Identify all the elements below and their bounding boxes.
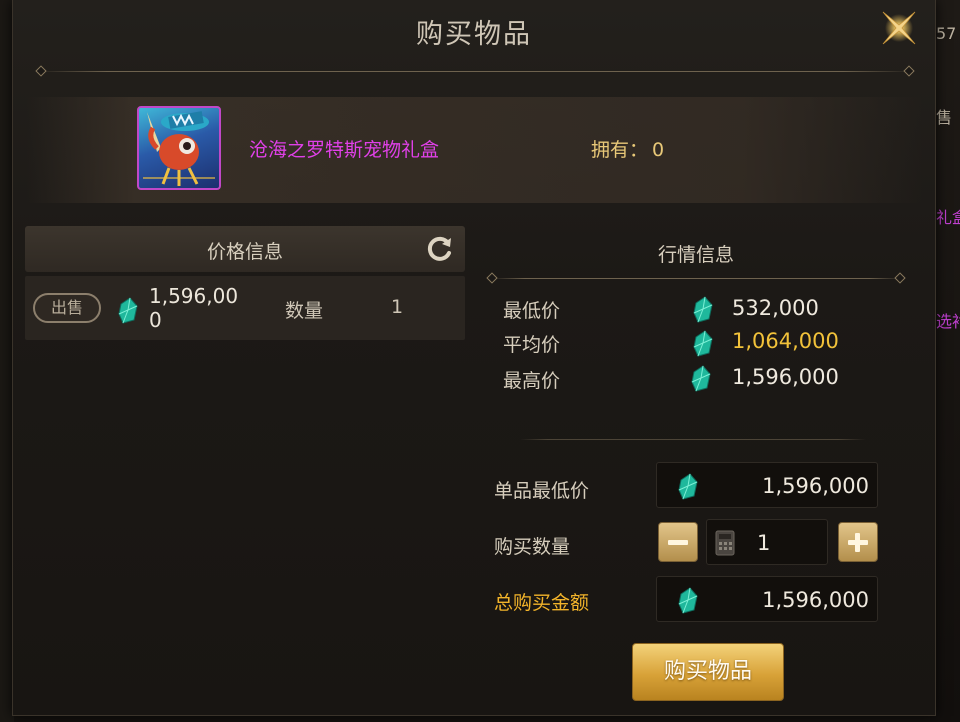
item-name: 沧海之罗特斯宠物礼盒 (249, 139, 440, 161)
gem-icon (678, 587, 698, 614)
market-info-title: 行情信息 (657, 244, 734, 266)
close-button[interactable] (877, 6, 921, 50)
refresh-button[interactable] (425, 234, 455, 264)
min-price-value: 532,000 (732, 296, 819, 320)
background-text: 礼盒 (936, 208, 960, 227)
buy-item-button[interactable]: 购买物品 (632, 643, 784, 701)
total-amount-value: 1,596,000 (762, 588, 869, 612)
gem-icon (678, 473, 698, 500)
listing-price: 1,596,000 (149, 284, 239, 332)
avg-price-label: 平均价 (503, 334, 561, 356)
gem-icon (118, 297, 138, 324)
increase-quantity-button[interactable] (838, 522, 878, 562)
unit-min-price-value: 1,596,000 (762, 474, 869, 498)
background-text: 57 (936, 24, 957, 43)
minus-icon (668, 540, 688, 545)
close-icon (882, 11, 916, 45)
owned-count: 拥有： 0 (591, 135, 664, 162)
item-banner: 沧海之罗特斯宠物礼盒 拥有： 0 (27, 97, 923, 203)
price-info-panel: 价格信息 出售 1,596,000 数量 1 (25, 226, 467, 706)
item-icon[interactable] (137, 106, 221, 190)
price-info-header: 价格信息 (25, 226, 465, 272)
gem-icon (693, 296, 713, 323)
background-text: 选衬 (936, 312, 960, 331)
listing-quantity-value: 1 (391, 296, 404, 318)
pet-gift-box-icon (143, 111, 215, 186)
max-price-label: 最高价 (503, 370, 561, 392)
sell-badge: 出售 (33, 293, 101, 323)
quantity-label: 购买数量 (494, 536, 571, 558)
market-divider (492, 278, 902, 279)
title-divider (37, 71, 913, 72)
background-text: 售 (936, 108, 953, 127)
dialog-title: 购买物品 (416, 19, 532, 50)
form-divider (520, 439, 866, 440)
owned-value: 0 (652, 139, 665, 161)
decrease-quantity-button[interactable] (658, 522, 698, 562)
gem-icon (693, 330, 713, 357)
total-amount-label: 总购买金额 (494, 592, 590, 614)
quantity-input[interactable]: 1 (706, 519, 828, 565)
min-price-label: 最低价 (503, 300, 561, 322)
listing-row[interactable]: 出售 1,596,000 数量 1 (25, 276, 465, 340)
divider-ornament (903, 65, 915, 77)
quantity-value: 1 (757, 531, 771, 555)
calculator-icon (715, 530, 735, 556)
refresh-icon (427, 236, 451, 261)
listing-quantity-label: 数量 (285, 300, 324, 322)
divider-ornament (35, 65, 47, 77)
price-info-title: 价格信息 (206, 241, 283, 263)
gem-icon (691, 365, 711, 392)
unit-min-price-field: 1,596,000 (656, 462, 878, 508)
avg-price-value: 1,064,000 (732, 329, 839, 353)
max-price-value: 1,596,000 (732, 365, 839, 389)
total-amount-field: 1,596,000 (656, 576, 878, 622)
unit-min-price-label: 单品最低价 (494, 480, 590, 502)
owned-label: 拥有： (591, 139, 649, 161)
